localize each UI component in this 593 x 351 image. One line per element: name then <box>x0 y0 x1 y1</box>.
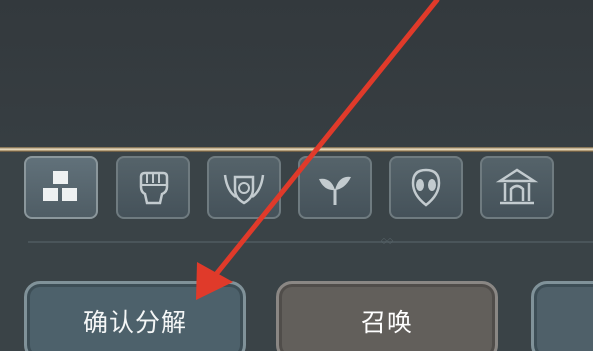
game-screen: ◇◇ 确认分解 召唤 <box>0 0 593 351</box>
divider-ornament: ◇◇ <box>380 236 394 245</box>
bottom-panel: ◇◇ 确认分解 召唤 <box>0 152 593 351</box>
tab-sprout[interactable] <box>298 156 372 219</box>
summon-label: 召唤 <box>360 308 413 337</box>
confirm-decompose-label: 确认分解 <box>82 308 187 337</box>
category-tabs <box>0 152 593 232</box>
tab-boxes[interactable] <box>24 156 98 219</box>
section-divider <box>28 241 593 243</box>
confirm-decompose-button[interactable]: 确认分解 <box>24 281 246 351</box>
alien-head-icon <box>411 168 441 207</box>
temple-icon <box>495 168 539 204</box>
top-area <box>0 0 593 147</box>
fist-icon <box>139 171 169 204</box>
tab-fist[interactable] <box>116 156 190 219</box>
winged-shield-icon <box>223 174 265 204</box>
tab-temple[interactable] <box>480 156 554 219</box>
sprout-icon <box>319 176 351 205</box>
tab-winged-shield[interactable] <box>207 156 281 219</box>
partial-button[interactable] <box>531 281 593 351</box>
summon-button[interactable]: 召唤 <box>276 281 498 351</box>
boxes-icon <box>43 170 77 201</box>
tab-alien[interactable] <box>389 156 463 219</box>
